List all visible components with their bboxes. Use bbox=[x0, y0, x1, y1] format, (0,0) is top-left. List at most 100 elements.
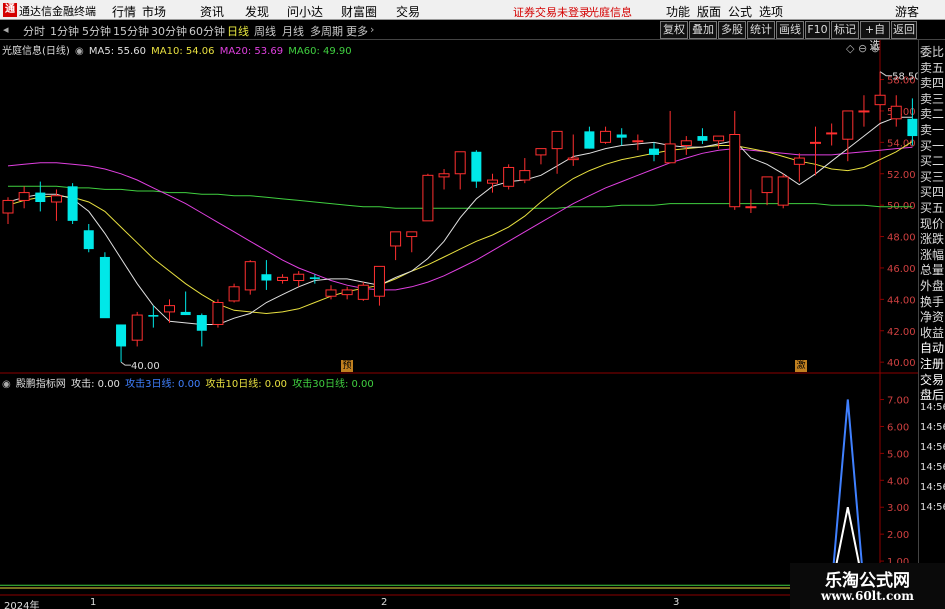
indicator-tick-label: 6.00 bbox=[887, 422, 909, 433]
side-item: 现价 bbox=[920, 216, 945, 231]
candle-body bbox=[293, 273, 305, 282]
menu-layout[interactable]: 版面 bbox=[697, 3, 721, 20]
side-item: 卖五 bbox=[920, 60, 945, 75]
indicator-tick-label: 3.00 bbox=[887, 503, 909, 514]
toolbar-back-icon[interactable]: ◂ bbox=[3, 23, 9, 36]
period-5min[interactable]: 5分钟 bbox=[82, 23, 111, 39]
pre-marker-right[interactable]: 激 bbox=[795, 360, 807, 372]
period-more[interactable]: 更多 bbox=[346, 23, 368, 39]
login-status[interactable]: 证券交易未登录 bbox=[513, 4, 590, 20]
candle-body bbox=[228, 286, 240, 302]
candle-body bbox=[503, 166, 515, 187]
multi-stock-button[interactable]: 多股 bbox=[718, 21, 746, 39]
period-monthly[interactable]: 月线 bbox=[282, 23, 304, 39]
menu-trade[interactable]: 交易 bbox=[396, 3, 420, 20]
period-30min[interactable]: 30分钟 bbox=[151, 23, 187, 39]
pre-marker-left[interactable]: 预 bbox=[341, 360, 353, 372]
candle-body bbox=[116, 324, 127, 347]
period-intraday[interactable]: 分时 bbox=[23, 23, 45, 39]
candle-body bbox=[729, 134, 741, 208]
candle-body bbox=[341, 289, 353, 296]
app-title: 通达信金融终端 bbox=[19, 5, 96, 18]
guest-button[interactable]: 游客 bbox=[895, 3, 919, 20]
app-logo-icon: 通 bbox=[3, 3, 17, 17]
candle-body bbox=[196, 315, 207, 331]
quote-side-panel: 委比 卖五 卖四 卖三 卖二 卖一 买一 买二 买三 买四 买五 现价 涨跌 涨幅 总量 外盘 换手 净资 收益 自动… bbox=[918, 40, 945, 609]
side-item[interactable]: 14:56 bbox=[920, 462, 945, 473]
stats-button[interactable]: 统计 bbox=[747, 21, 775, 39]
side-item[interactable]: 14:56 bbox=[920, 442, 945, 453]
period-daily[interactable]: 日线 bbox=[227, 23, 249, 39]
candle-body bbox=[164, 305, 175, 313]
menu-news[interactable]: 资讯 bbox=[200, 3, 224, 20]
side-item: 买四 bbox=[920, 185, 945, 200]
candle-body bbox=[373, 265, 385, 297]
menu-discover[interactable]: 发现 bbox=[245, 3, 269, 20]
adjust-button[interactable]: 复权 bbox=[660, 21, 688, 39]
side-item[interactable]: 自动 bbox=[920, 339, 944, 356]
side-item[interactable]: 盘后 bbox=[920, 386, 944, 403]
side-item: 涨幅 bbox=[920, 247, 945, 262]
candle-body bbox=[713, 135, 725, 142]
indicator-tick-label: 7.00 bbox=[887, 396, 909, 407]
side-item: 涨跌 bbox=[920, 232, 945, 247]
candle-body bbox=[67, 186, 78, 221]
candle-body bbox=[697, 136, 708, 141]
date-axis-year: 2024年 bbox=[4, 601, 40, 609]
side-item: 换手 bbox=[920, 294, 945, 309]
price-tick-label: 40.00 bbox=[887, 358, 916, 369]
side-item[interactable]: 注册 bbox=[920, 355, 944, 372]
f10-button[interactable]: F10 bbox=[805, 21, 830, 39]
menu-options[interactable]: 选项 bbox=[759, 3, 783, 20]
menu-bar: 通 通达信金融终端 行情 市场 资讯 发现 问小达 财富圈 交易 证券交易未登录… bbox=[0, 0, 945, 20]
add-favorite-button[interactable]: +自选 bbox=[860, 21, 890, 52]
candle-body bbox=[422, 174, 434, 222]
mark-button[interactable]: 标记 bbox=[831, 21, 859, 39]
side-item[interactable]: 交易 bbox=[920, 371, 944, 388]
side-item[interactable]: 14:56 bbox=[920, 482, 945, 493]
period-60min[interactable]: 60分钟 bbox=[189, 23, 225, 39]
side-item[interactable]: 14:56 bbox=[920, 422, 945, 433]
candle-body bbox=[357, 284, 369, 300]
menu-function[interactable]: 功能 bbox=[666, 3, 690, 20]
price-tick-label: 42.00 bbox=[887, 327, 916, 338]
side-item[interactable]: 14:56 bbox=[920, 402, 945, 413]
candle-body bbox=[584, 131, 595, 149]
chart-area[interactable]: 58.0056.0054.0052.0050.0048.0046.0044.00… bbox=[0, 40, 918, 609]
candle-body bbox=[390, 231, 402, 247]
period-1min[interactable]: 1分钟 bbox=[50, 23, 79, 39]
menu-wealth[interactable]: 财富圈 bbox=[341, 3, 377, 20]
return-button[interactable]: 返回 bbox=[891, 21, 917, 39]
candle-body bbox=[810, 141, 821, 144]
candle-body bbox=[471, 151, 482, 182]
date-axis-mark-3: 3 bbox=[673, 597, 680, 608]
candle-body bbox=[83, 230, 94, 250]
candle-body bbox=[616, 134, 627, 138]
period-15min[interactable]: 15分钟 bbox=[113, 23, 149, 39]
candle-body bbox=[148, 315, 159, 317]
candle-body bbox=[18, 192, 30, 201]
candle-body bbox=[826, 132, 838, 135]
side-item[interactable]: 14:56 bbox=[920, 502, 945, 513]
ma5-line bbox=[7, 116, 913, 325]
side-item: 委比 bbox=[920, 45, 945, 59]
menu-formula[interactable]: 公式 bbox=[728, 3, 752, 20]
side-item: 买三 bbox=[920, 169, 945, 184]
candle-body bbox=[406, 231, 418, 238]
candle-body bbox=[680, 140, 692, 146]
date-axis-mark-1: 1 bbox=[90, 597, 97, 608]
draw-line-button[interactable]: 画线 bbox=[776, 21, 804, 39]
menu-ask[interactable]: 问小达 bbox=[287, 3, 323, 20]
period-multi[interactable]: 多周期 bbox=[310, 23, 343, 39]
menu-market[interactable]: 市场 bbox=[142, 3, 166, 20]
overlay-button[interactable]: 叠加 bbox=[689, 21, 717, 39]
more-chevron-icon[interactable]: › bbox=[370, 23, 374, 36]
menu-quotes[interactable]: 行情 bbox=[112, 3, 136, 20]
watermark: 乐淘公式网 www.60lt.com bbox=[790, 563, 945, 609]
watermark-url: www.60lt.com bbox=[821, 589, 914, 603]
candle-body bbox=[664, 143, 676, 164]
period-weekly[interactable]: 周线 bbox=[254, 23, 276, 39]
ma60-line bbox=[8, 185, 913, 209]
candle-body bbox=[793, 157, 805, 165]
candle-body bbox=[907, 118, 918, 137]
